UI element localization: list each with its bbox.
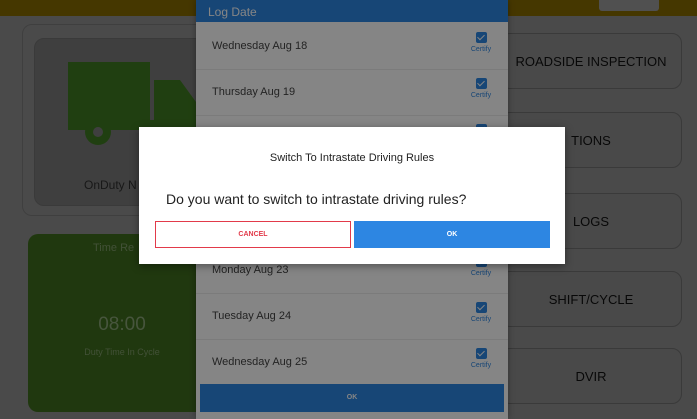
dialog-title: Switch To Intrastate Driving Rules bbox=[269, 152, 435, 164]
cancel-button[interactable]: CANCEL bbox=[155, 221, 351, 248]
intrastate-confirm-dialog: Switch To Intrastate Driving Rules Do yo… bbox=[139, 127, 565, 264]
dialog-message: Do you want to switch to intrastate driv… bbox=[166, 191, 467, 207]
ok-button[interactable]: OK bbox=[354, 221, 550, 248]
